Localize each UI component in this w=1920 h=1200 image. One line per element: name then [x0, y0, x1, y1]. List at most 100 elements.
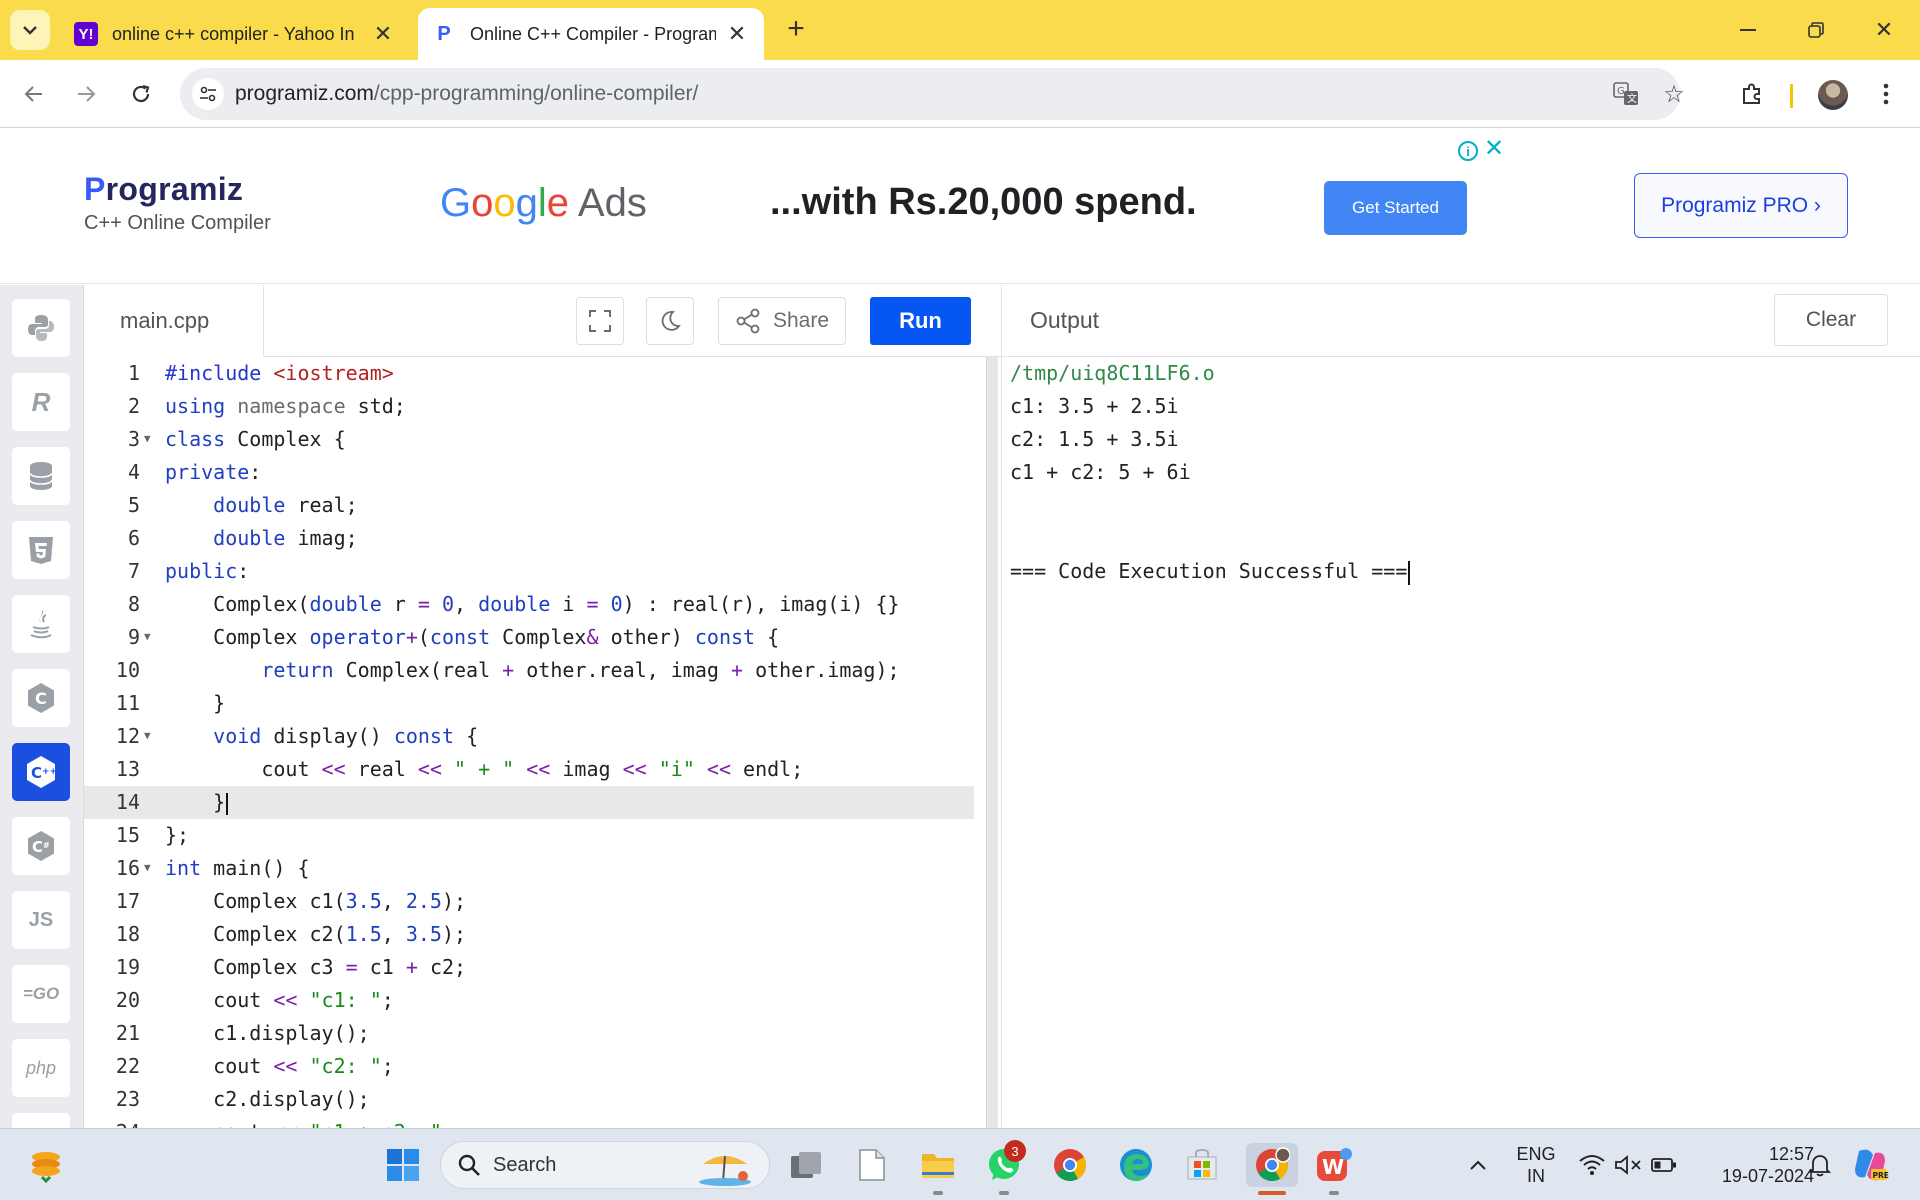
tab-programiz[interactable]: P Online C++ Compiler - Program ✕: [418, 8, 764, 60]
tab-close-icon[interactable]: ✕: [724, 21, 750, 47]
java-icon[interactable]: [12, 595, 70, 653]
code-line[interactable]: 21 c1.display();: [84, 1017, 974, 1050]
address-bar[interactable]: programiz.com/cpp-programming/online-com…: [180, 68, 1685, 120]
code-editor[interactable]: 1 #include <iostream> 2 using namespace std…: [84, 357, 1001, 1128]
code-line[interactable]: 4 private:: [84, 456, 974, 489]
code-line[interactable]: 22 cout << "c2: ";: [84, 1050, 974, 1083]
notification-bell-icon[interactable]: [1798, 1143, 1842, 1187]
code-token: <<: [526, 757, 563, 781]
output-console[interactable]: /tmp/uiq8C11LF6.o c1: 3.5 + 2.5i c2: 1.5…: [1001, 357, 1920, 1128]
code-line[interactable]: 17 Complex c1(3.5, 2.5);: [84, 885, 974, 918]
code-token: namespace: [237, 394, 358, 418]
google-ads-logo[interactable]: Google Ads: [440, 181, 647, 226]
code-text: }: [165, 790, 229, 815]
code-line[interactable]: 19 Complex c3 = c1 + c2;: [84, 951, 974, 984]
code-line[interactable]: 3 ▼ class Complex {: [84, 423, 974, 456]
bookmark-star-icon[interactable]: ☆: [1658, 78, 1690, 110]
input-language-indicator[interactable]: ENG IN: [1508, 1143, 1564, 1187]
url-text[interactable]: programiz.com/cpp-programming/online-com…: [235, 82, 698, 106]
code-line[interactable]: 5 double real;: [84, 489, 974, 522]
run-button[interactable]: Run: [870, 297, 971, 345]
kebab-menu-icon[interactable]: [1866, 74, 1906, 114]
sql-database-icon[interactable]: [12, 447, 70, 505]
code-line[interactable]: 13 cout << real << " + " << imag << "i" …: [84, 753, 974, 786]
dark-mode-moon-icon[interactable]: [646, 297, 694, 345]
python-icon[interactable]: [12, 299, 70, 357]
code-token: +: [502, 658, 527, 682]
csharp-icon[interactable]: C #: [12, 817, 70, 875]
code-token: <<: [417, 757, 455, 781]
js-icon[interactable]: JS: [12, 891, 70, 949]
ad-tagline[interactable]: ...with Rs.20,000 spend.: [770, 181, 1197, 224]
cpp-icon[interactable]: C ++: [12, 743, 70, 801]
programiz-pro-button[interactable]: Programiz PRO ›: [1634, 173, 1848, 238]
taskbar-search-box[interactable]: Search: [440, 1141, 770, 1189]
search-placeholder: Search: [493, 1153, 557, 1176]
minimize-icon[interactable]: [1728, 10, 1768, 50]
code-line[interactable]: 16 ▼ int main() {: [84, 852, 974, 885]
php-icon[interactable]: php: [12, 1039, 70, 1097]
ad-info-icon[interactable]: i: [1458, 141, 1478, 161]
code-token: main() {: [213, 856, 310, 880]
chrome-active-icon[interactable]: [1246, 1143, 1298, 1187]
battery-icon[interactable]: [1642, 1143, 1686, 1187]
widgets-icon[interactable]: [24, 1143, 68, 1187]
ad-close-icon[interactable]: ✕: [1482, 137, 1506, 161]
file-explorer-icon[interactable]: [916, 1143, 960, 1187]
task-view-icon[interactable]: [784, 1143, 828, 1187]
forward-arrow-icon[interactable]: [66, 74, 106, 114]
code-line[interactable]: 20 cout << "c1: ";: [84, 984, 974, 1017]
share-button[interactable]: Share: [718, 297, 846, 345]
code-line[interactable]: 24 cout << "c1 + c2: ";: [84, 1116, 974, 1128]
code-line[interactable]: 15};: [84, 819, 974, 852]
code-line[interactable]: 23 c2.display();: [84, 1083, 974, 1116]
windows-start-icon[interactable]: [381, 1143, 425, 1187]
go-icon[interactable]: =GO: [12, 965, 70, 1023]
code-line[interactable]: 2 using namespace std;: [84, 390, 974, 423]
code-line[interactable]: 1 #include <iostream>: [84, 357, 974, 390]
file-icon[interactable]: [850, 1143, 894, 1187]
code-line[interactable]: 10 return Complex(real + other.real, ima…: [84, 654, 974, 687]
r-icon[interactable]: R: [12, 373, 70, 431]
copilot-icon[interactable]: PRE: [1848, 1143, 1892, 1187]
show-hidden-icons-chevron-icon[interactable]: [1456, 1143, 1500, 1187]
microsoft-store-icon[interactable]: [1180, 1143, 1224, 1187]
code-line[interactable]: 18 Complex c2(1.5, 3.5);: [84, 918, 974, 951]
code-line[interactable]: 11 }: [84, 687, 974, 720]
code-token: Complex {: [237, 427, 346, 451]
tab-yahoo[interactable]: Y! online c++ compiler - Yahoo In ✕: [60, 8, 410, 60]
tab-close-icon[interactable]: ✕: [370, 21, 396, 47]
fold-toggle-icon[interactable]: ▼: [144, 729, 151, 742]
site-info-icon[interactable]: [192, 78, 224, 110]
translate-icon[interactable]: G文: [1610, 78, 1642, 110]
edge-icon[interactable]: [1114, 1143, 1158, 1187]
back-arrow-icon[interactable]: [14, 74, 54, 114]
chrome-icon[interactable]: [1048, 1143, 1092, 1187]
tab-search-button[interactable]: [10, 10, 50, 50]
fold-toggle-icon[interactable]: ▼: [144, 630, 151, 643]
code-line[interactable]: 9 ▼ Complex operator+(const Complex& othe…: [84, 621, 974, 654]
code-line[interactable]: 14 }: [84, 786, 974, 819]
c-icon[interactable]: C: [12, 669, 70, 727]
profile-avatar[interactable]: [1818, 80, 1848, 110]
code-line[interactable]: 6 double imag;: [84, 522, 974, 555]
clear-button[interactable]: Clear: [1774, 294, 1888, 346]
extensions-puzzle-icon[interactable]: [1732, 74, 1772, 114]
fullscreen-icon[interactable]: [576, 297, 624, 345]
code-line[interactable]: 8 Complex(double r = 0, double i = 0) : …: [84, 588, 974, 621]
editor-scrollbar[interactable]: [986, 357, 998, 1128]
close-window-icon[interactable]: ✕: [1864, 10, 1904, 50]
code-line[interactable]: 7 public:: [84, 555, 974, 588]
fold-toggle-icon[interactable]: ▼: [144, 861, 151, 874]
fold-toggle-icon[interactable]: ▼: [144, 432, 151, 445]
wps-office-icon[interactable]: W: [1312, 1143, 1356, 1187]
file-tab-main-cpp[interactable]: main.cpp: [84, 285, 264, 357]
new-tab-plus-icon[interactable]: +: [780, 14, 812, 46]
code-line[interactable]: 12 ▼ void display() const {: [84, 720, 974, 753]
ad-get-started-button[interactable]: Get Started: [1324, 181, 1467, 235]
restore-icon[interactable]: [1796, 10, 1836, 50]
html5-icon[interactable]: [12, 521, 70, 579]
reload-icon[interactable]: [121, 74, 161, 114]
code-token: c2;: [429, 955, 467, 979]
programiz-logo[interactable]: Programiz C++ Online Compiler: [84, 171, 271, 235]
